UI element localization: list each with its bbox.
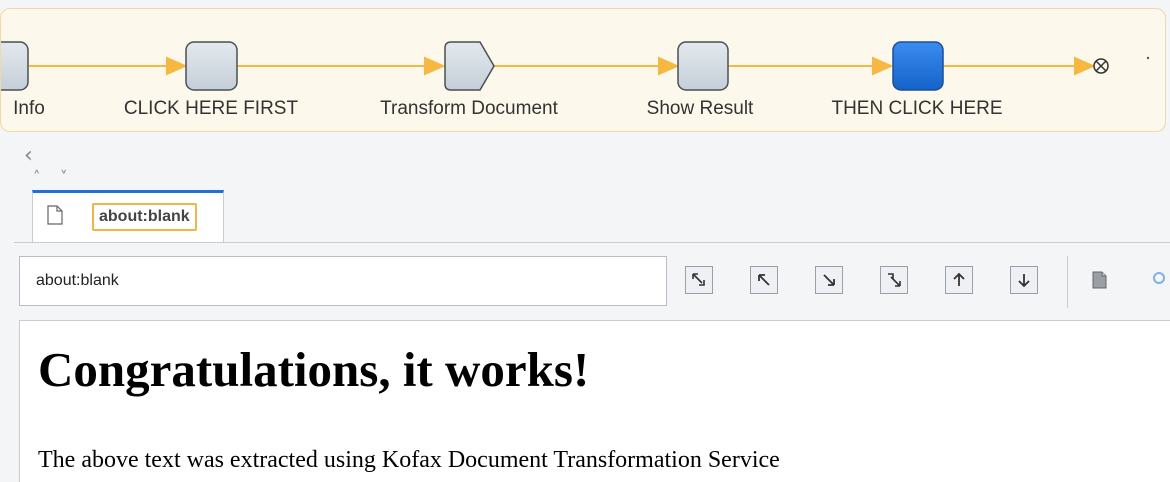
select-parent-icon <box>692 273 705 286</box>
workflow-step-label: Show Result <box>646 98 754 119</box>
tab-title: about:blank <box>92 203 197 231</box>
address-input[interactable] <box>19 256 667 306</box>
search-button[interactable] <box>1143 266 1170 294</box>
arrow-down-right-button[interactable] <box>815 266 843 294</box>
tab-about-blank[interactable]: about:blank <box>32 190 224 242</box>
select-parent-button[interactable] <box>685 266 713 294</box>
document-icon <box>1092 271 1107 289</box>
arrow-down-icon <box>1018 274 1030 288</box>
workflow-step-click-here-first[interactable] <box>185 41 238 91</box>
page-paragraph: The above text was extracted using Kofax… <box>38 447 780 473</box>
workflow-step-transform-document[interactable] <box>444 41 495 91</box>
browser-content: Congratulations, it works! The above tex… <box>19 320 1170 482</box>
arrow-up-left-icon <box>758 274 770 286</box>
arrow-down-right-icon <box>823 274 835 286</box>
document-button[interactable] <box>1085 266 1113 294</box>
chevron-up-icon[interactable]: ˄ <box>33 168 41 186</box>
end-circle-x-icon <box>1093 58 1109 74</box>
arrow-up-left-button[interactable] <box>750 266 778 294</box>
workflow-strip: Info CLICK HERE FIRST Transform Document… <box>0 8 1166 132</box>
back-chevron-icon[interactable]: ‹ <box>24 143 33 168</box>
workflow-step-show-result[interactable] <box>677 41 729 91</box>
workflow-step-then-click-here[interactable] <box>892 41 944 91</box>
page-heading: Congratulations, it works! <box>38 342 590 397</box>
move-up-button[interactable] <box>945 266 973 294</box>
workflow-step-label: Transform Document <box>380 98 558 119</box>
page-icon <box>47 205 63 225</box>
workflow-ellipsis-dot <box>1146 56 1150 60</box>
workflow-step-label: Info <box>13 98 45 119</box>
select-child-icon <box>888 273 901 287</box>
move-down-button[interactable] <box>1010 266 1038 294</box>
search-icon <box>1153 272 1165 284</box>
toolbar-separator <box>1067 256 1068 308</box>
select-child-button[interactable] <box>880 266 908 294</box>
tab-bar: about:blank <box>14 190 1170 243</box>
workflow-step-info[interactable] <box>1 41 29 91</box>
workflow-step-label: THEN CLICK HERE <box>831 98 1003 119</box>
chevron-down-icon[interactable]: ˅ <box>60 168 68 186</box>
workflow-step-label: CLICK HERE FIRST <box>123 98 299 119</box>
arrow-up-icon <box>953 272 965 286</box>
